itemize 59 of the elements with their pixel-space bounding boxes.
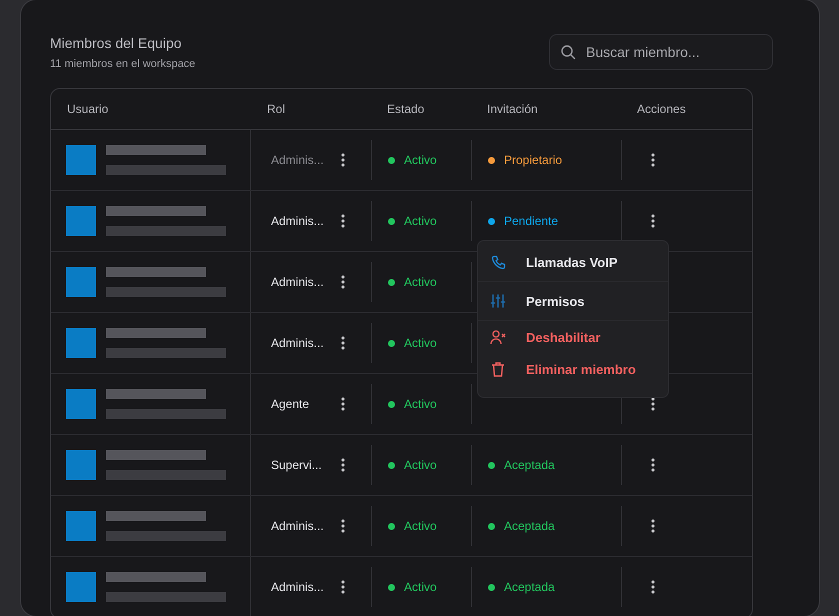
menu-item[interactable]: Llamadas VoIP: [478, 243, 668, 282]
status-label: Aceptada: [504, 458, 555, 472]
more-options-icon[interactable]: [341, 275, 345, 289]
column-header: Estado: [386, 102, 426, 116]
more-options-icon[interactable]: [341, 580, 345, 594]
column-header: Rol: [266, 102, 286, 116]
column-header: Usuario: [66, 102, 110, 116]
role-label: Adminis...: [271, 580, 325, 594]
avatar-placeholder: [66, 145, 96, 175]
status-label: Activo: [404, 275, 437, 289]
menu-item[interactable]: Eliminar miembro: [478, 353, 668, 385]
status-label: Activo: [404, 153, 437, 167]
more-options-icon[interactable]: [651, 397, 655, 411]
search-field[interactable]: Buscar miembro...: [549, 34, 773, 70]
status-label: Aceptada: [504, 580, 555, 594]
status-label: Pendiente: [504, 214, 558, 228]
status-label: Activo: [404, 519, 437, 533]
more-options-icon[interactable]: [341, 214, 345, 228]
trash-icon: [490, 361, 506, 377]
column-header: Acciones: [636, 102, 687, 116]
status-label: Activo: [404, 580, 437, 594]
sliders-icon: [490, 293, 506, 309]
role-label: Agente: [271, 397, 310, 411]
more-options-icon[interactable]: [341, 153, 345, 167]
status-label: Propietario: [504, 153, 562, 167]
role-label: Adminis...: [271, 153, 325, 167]
phone-icon: [490, 254, 506, 270]
avatar-placeholder: [66, 450, 96, 480]
role-label: Adminis...: [271, 275, 325, 289]
more-options-icon[interactable]: [651, 153, 655, 167]
status-label: Activo: [404, 336, 437, 350]
menu-item[interactable]: Permisos: [478, 282, 668, 321]
avatar-placeholder: [66, 206, 96, 236]
more-options-icon[interactable]: [651, 519, 655, 533]
status-label: Activo: [404, 397, 437, 411]
role-label: Supervi...: [271, 458, 323, 472]
role-label: Adminis...: [271, 336, 325, 350]
avatar-placeholder: [66, 511, 96, 541]
more-options-icon[interactable]: [651, 580, 655, 594]
section-title: Miembros del Equipo: [50, 35, 183, 51]
status-label: Activo: [404, 214, 437, 228]
more-options-icon[interactable]: [341, 336, 345, 350]
avatar-placeholder: [66, 267, 96, 297]
more-options-icon[interactable]: [651, 458, 655, 472]
more-options-icon[interactable]: [341, 458, 345, 472]
menu-item[interactable]: Deshabilitar: [478, 321, 668, 353]
member-count: 11 miembros en el workspace: [50, 58, 196, 70]
role-label: Adminis...: [271, 519, 325, 533]
user-remove-icon: [490, 329, 506, 345]
column-header: Invitación: [486, 102, 539, 116]
more-options-icon[interactable]: [651, 214, 655, 228]
avatar-placeholder: [66, 389, 96, 419]
more-options-icon[interactable]: [341, 397, 345, 411]
status-label: Aceptada: [504, 519, 555, 533]
more-options-icon[interactable]: [341, 519, 345, 533]
status-label: Activo: [404, 458, 437, 472]
avatar-placeholder: [66, 572, 96, 602]
role-label: Adminis...: [271, 214, 325, 228]
avatar-placeholder: [66, 328, 96, 358]
